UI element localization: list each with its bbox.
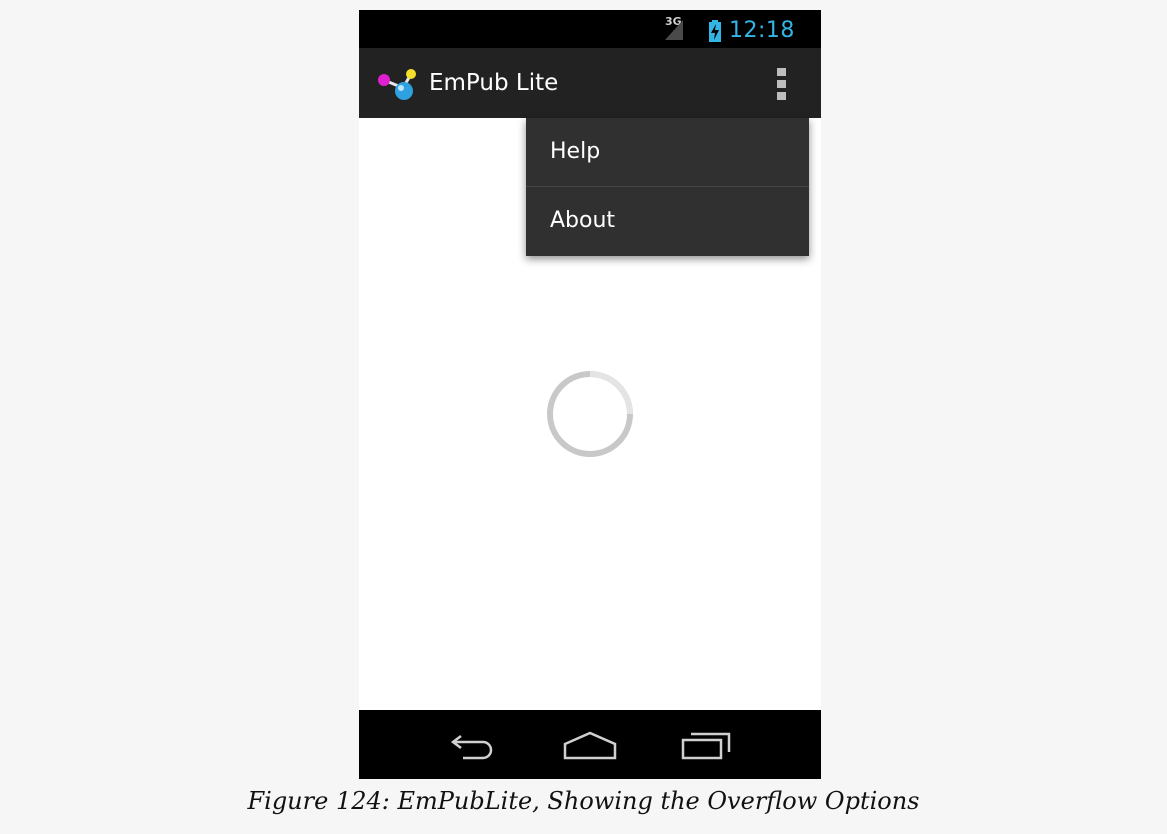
recent-apps-icon[interactable] bbox=[679, 728, 733, 762]
signal-icon bbox=[665, 20, 683, 40]
navigation-bar bbox=[359, 710, 821, 779]
menu-item-help[interactable]: Help bbox=[526, 118, 809, 187]
menu-item-label: Help bbox=[550, 139, 601, 164]
progress-spinner-icon bbox=[547, 371, 633, 457]
status-bar: 3G 12:18 bbox=[359, 10, 821, 48]
battery-charging-icon bbox=[709, 20, 721, 42]
clock: 12:18 bbox=[729, 18, 795, 43]
overflow-dot bbox=[777, 80, 786, 88]
overflow-dot bbox=[777, 92, 786, 100]
home-icon[interactable] bbox=[562, 728, 618, 762]
empub-logo-icon[interactable] bbox=[377, 68, 423, 102]
menu-item-about[interactable]: About bbox=[526, 187, 809, 256]
app-title: EmPub Lite bbox=[429, 70, 559, 96]
menu-item-label: About bbox=[550, 208, 616, 233]
overflow-menu: Help About bbox=[526, 118, 809, 256]
phone-screen: 3G 12:18 EmPub Lite Help About bbox=[359, 10, 821, 779]
back-icon[interactable] bbox=[447, 728, 499, 762]
figure-caption: Figure 124: EmPubLite, Showing the Overf… bbox=[247, 787, 920, 815]
overflow-menu-icon[interactable] bbox=[763, 62, 799, 106]
action-bar: EmPub Lite bbox=[359, 48, 821, 118]
overflow-dot bbox=[777, 68, 786, 76]
